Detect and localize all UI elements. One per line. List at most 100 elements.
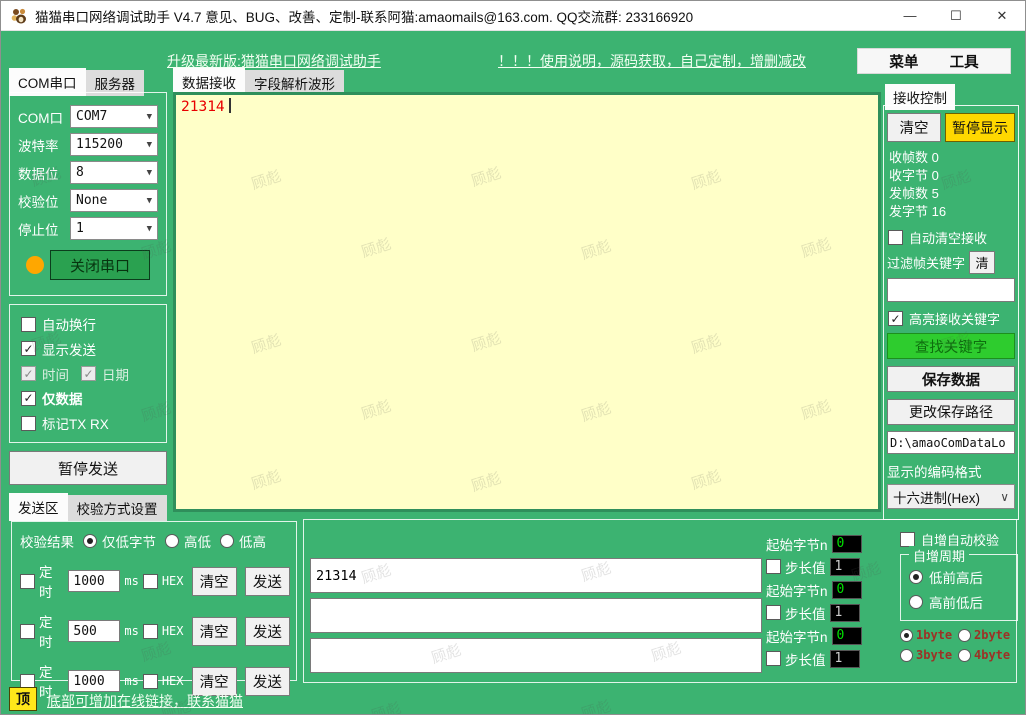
radio-low-first-high-last[interactable]: 低前高后 [909,567,1009,587]
hex-checkbox[interactable] [143,674,158,689]
receive-text-area[interactable]: 21314 [173,92,881,512]
pause-display-button[interactable]: 暂停显示 [945,113,1015,142]
display-options-group: 自动换行 显示发送 时间 日期 仅数据 标记TX RX [9,304,167,443]
auto-clear-receive-checkbox[interactable]: 自动清空接收 [888,228,1015,247]
step-checkbox[interactable] [766,605,781,620]
tx-frames-value: 5 [932,186,939,201]
help-link[interactable]: ！！！使用说明，源码获取，自己定制，增删减改 [498,51,806,71]
receive-control-panel: 清空 暂停显示 收帧数 0 收字节 0 发帧数 5 发字节 16 自动清空接收 … [883,105,1019,520]
send-button[interactable]: 发送 [245,667,290,696]
step-checkbox[interactable] [766,651,781,666]
timer-checkbox[interactable] [20,574,35,589]
step-value-field[interactable]: 1 [830,650,860,668]
highlight-keyword-checkbox[interactable]: 高亮接收关键字 [888,309,1015,328]
radio-icon[interactable] [83,534,97,548]
send-button[interactable]: 发送 [245,617,290,646]
stop-bits-label: 停止位 [18,219,70,239]
stop-bits-select[interactable]: 1▼ [70,217,158,240]
checksum-result-label: 校验结果 [20,531,74,551]
filter-keyword-input[interactable] [887,278,1015,302]
scroll-top-button[interactable]: 顶 [9,687,37,711]
close-serial-button[interactable]: 关闭串口 [50,250,150,280]
filter-clear-button[interactable]: 清 [969,251,995,274]
hex-checkbox[interactable] [143,624,158,639]
radio-high-first-low-last[interactable]: 高前低后 [909,592,1009,612]
clear-receive-button[interactable]: 清空 [887,113,941,142]
dropdown-arrow-icon: ▼ [147,224,152,234]
watermark: 顾彪 [578,695,613,715]
data-bits-select[interactable]: 8▼ [70,161,158,184]
com-port-select[interactable]: COM7▼ [70,105,158,128]
serial-status-led [26,256,44,274]
radio-icon [909,570,923,584]
step-label: 步长值 [785,649,826,669]
tx-bytes-value: 16 [932,204,946,219]
radio-low-byte-only[interactable]: 仅低字节 [102,531,156,551]
timer-checkbox[interactable] [20,624,35,639]
send-message-input-1[interactable] [310,558,762,593]
send-message-input-3[interactable] [310,638,762,673]
app-cat-icon [10,7,28,25]
radio-low-high[interactable]: 低高 [239,531,266,551]
footer-contact-link[interactable]: 底部可增加在线链接，联系猫猫 [47,691,243,711]
increment-cycle-group: 自增周期 低前高后 高前低后 [900,554,1018,621]
dropdown-arrow-icon: ▼ [147,112,152,122]
radio-2byte[interactable]: 2byte [958,628,1016,642]
send-message-input-2[interactable] [310,598,762,633]
step-value-field[interactable]: 1 [830,558,860,576]
send-button[interactable]: 发送 [245,567,290,596]
change-save-path-button[interactable]: 更改保存路径 [887,399,1015,425]
minimize-icon[interactable]: — [887,1,933,31]
mark-txrx-checkbox[interactable]: 标记TX RX [21,413,155,433]
watermark: 顾彪 [368,697,403,715]
radio-high-low[interactable]: 高低 [184,531,211,551]
dropdown-chevron-icon: ∨ [1000,490,1009,504]
tab-send-area[interactable]: 发送区 [9,493,68,521]
parity-select[interactable]: None▼ [70,189,158,212]
dropdown-arrow-icon: ▼ [147,140,152,150]
radio-4byte[interactable]: 4byte [958,648,1016,662]
checkbox-icon [888,230,903,245]
tab-checksum-settings[interactable]: 校验方式设置 [68,495,167,521]
save-data-button[interactable]: 保存数据 [887,366,1015,392]
start-byte-field[interactable]: 0 [832,535,862,553]
checkbox-icon [81,366,96,381]
radio-1byte[interactable]: 1byte [900,628,958,642]
save-path-field[interactable] [887,431,1015,454]
tools-button[interactable]: 工具 [950,51,979,72]
start-byte-field[interactable]: 0 [832,581,862,599]
step-value-field[interactable]: 1 [830,604,860,622]
checkbox-icon [21,366,36,381]
timer-interval-input[interactable] [68,620,120,642]
radio-icon [958,649,971,662]
timer-interval-input[interactable] [68,670,120,692]
send-tabs: 发送区 校验方式设置 [9,493,167,521]
time-checkbox[interactable]: 时间 [42,364,69,384]
hex-checkbox[interactable] [143,574,158,589]
text-cursor [229,98,231,113]
filter-keyword-label: 过滤帧关键字 [887,253,965,272]
radio-icon[interactable] [220,534,234,548]
step-checkbox[interactable] [766,559,781,574]
clear-send-button[interactable]: 清空 [192,567,237,596]
show-send-checkbox[interactable]: 显示发送 [21,339,155,359]
radio-3byte[interactable]: 3byte [900,648,958,662]
find-keyword-button[interactable]: 查找关键字 [887,333,1015,359]
pause-send-button[interactable]: 暂停发送 [9,451,167,485]
data-only-checkbox[interactable]: 仅数据 [21,388,155,408]
baud-rate-select[interactable]: 115200▼ [70,133,158,156]
checkbox-icon [21,341,36,356]
start-byte-label: 起始字节n [766,534,828,554]
clear-send-button[interactable]: 清空 [192,617,237,646]
encoding-format-select[interactable]: 十六进制(Hex)∨ [887,484,1015,509]
radio-icon[interactable] [165,534,179,548]
auto-newline-checkbox[interactable]: 自动换行 [21,314,155,334]
maximize-icon[interactable]: ☐ [933,1,979,31]
increment-cycle-label: 自增周期 [909,546,969,565]
timer-interval-input[interactable] [68,570,120,592]
close-icon[interactable]: ✕ [979,1,1025,31]
menu-button[interactable]: 菜单 [889,51,918,72]
window-title: 猫猫串口网络调试助手 V4.7 意见、BUG、改善、定制-联系阿猫:amaoma… [35,6,693,26]
start-byte-field[interactable]: 0 [832,627,862,645]
date-checkbox[interactable]: 日期 [102,364,129,384]
